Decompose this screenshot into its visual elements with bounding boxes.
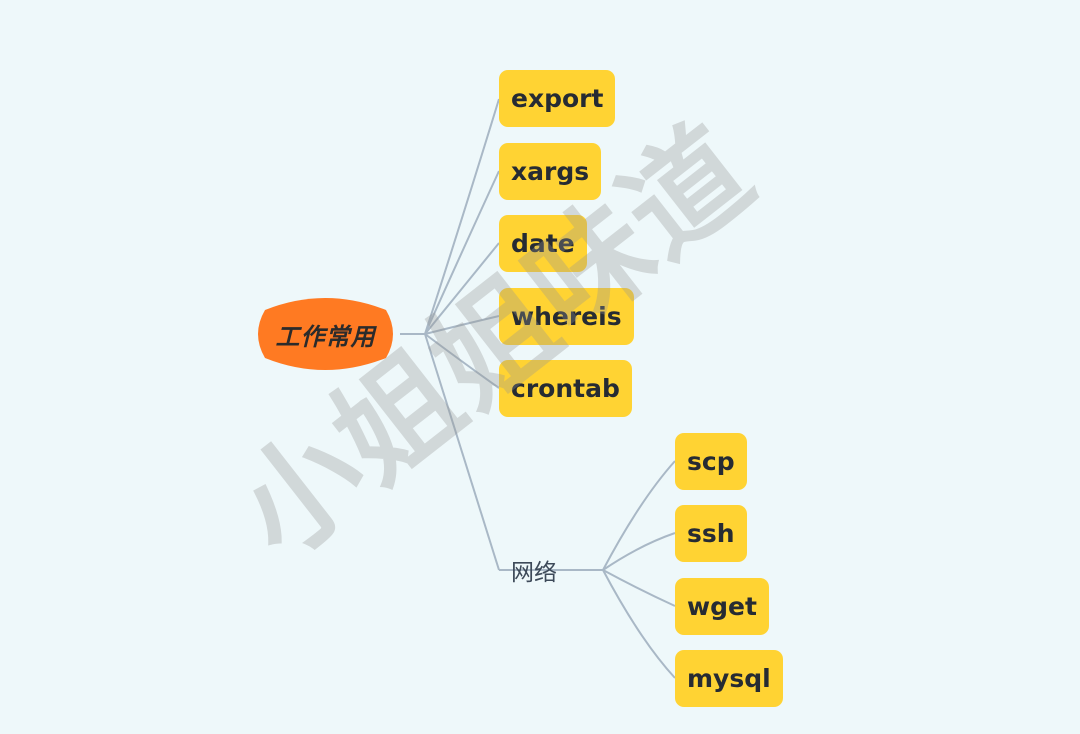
edge-root-export [424, 98, 500, 335]
edge-root-network [424, 333, 500, 571]
root-node[interactable]: 工作常用 [251, 292, 400, 376]
node-whereis[interactable]: whereis [499, 288, 634, 345]
node-wget-label: wget [687, 592, 757, 621]
node-wget[interactable]: wget [675, 578, 769, 635]
node-scp[interactable]: scp [675, 433, 747, 490]
node-date[interactable]: date [499, 215, 587, 272]
edge-network-mysql [602, 569, 676, 679]
node-xargs[interactable]: xargs [499, 143, 602, 200]
node-export-label: export [511, 84, 604, 113]
node-mysql-label: mysql [687, 664, 771, 693]
mindmap-canvas: 工作常用 export xargs date whereis crontab 网… [0, 0, 1080, 734]
node-ssh[interactable]: ssh [675, 505, 747, 562]
node-ssh-label: ssh [687, 519, 735, 548]
node-export[interactable]: export [499, 70, 616, 127]
node-date-label: date [511, 229, 575, 258]
node-crontab[interactable]: crontab [499, 360, 632, 417]
node-crontab-label: crontab [511, 374, 620, 403]
node-network[interactable]: 网络 [511, 553, 557, 587]
root-node-label: 工作常用 [275, 322, 376, 351]
edge-network-scp [602, 460, 676, 571]
node-mysql[interactable]: mysql [675, 650, 783, 707]
node-xargs-label: xargs [511, 157, 590, 186]
node-whereis-label: whereis [511, 302, 622, 331]
node-scp-label: scp [687, 447, 735, 476]
edge-root-date [424, 242, 500, 335]
edge-root-whereis [424, 315, 500, 335]
edge-root-crontab [424, 333, 500, 389]
edge-root-xargs [424, 170, 500, 335]
